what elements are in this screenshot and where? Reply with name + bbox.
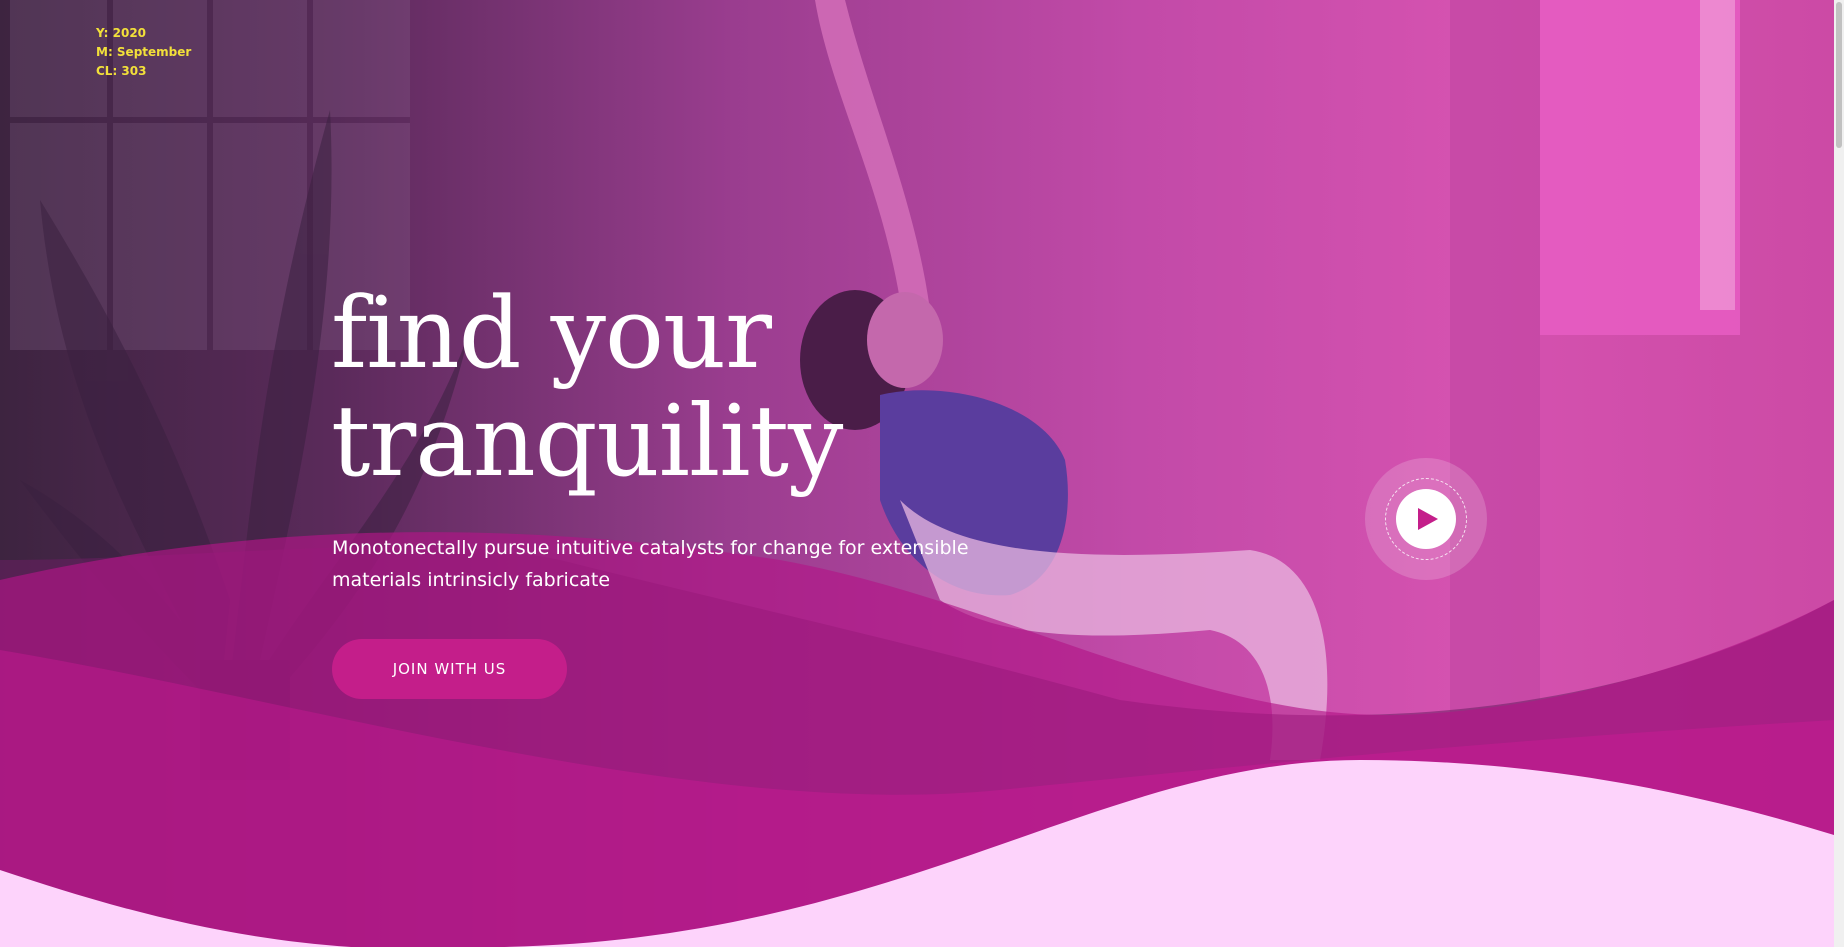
scrollbar-thumb[interactable] [1836,2,1842,148]
join-with-us-button[interactable]: JOIN WITH US [332,639,567,699]
hero-title-line2: tranquility [331,385,843,499]
play-video-button[interactable] [1365,458,1487,580]
hero-title-line1: find your [331,277,772,391]
hero-title: find your tranquility [331,280,1031,496]
page: Y: 2020 M: September CL: 303 find your t… [0,0,1844,947]
debug-overlay: Y: 2020 M: September CL: 303 [96,24,191,81]
debug-cl: CL: 303 [96,64,147,78]
page-scrollbar[interactable] [1834,0,1844,947]
hero-section: Y: 2020 M: September CL: 303 find your t… [0,0,1834,947]
debug-month: M: September [96,45,192,59]
debug-year: Y: 2020 [96,26,147,40]
hero-subtitle: Monotonectally pursue intuitive catalyst… [332,537,969,591]
play-icon [1396,489,1456,549]
